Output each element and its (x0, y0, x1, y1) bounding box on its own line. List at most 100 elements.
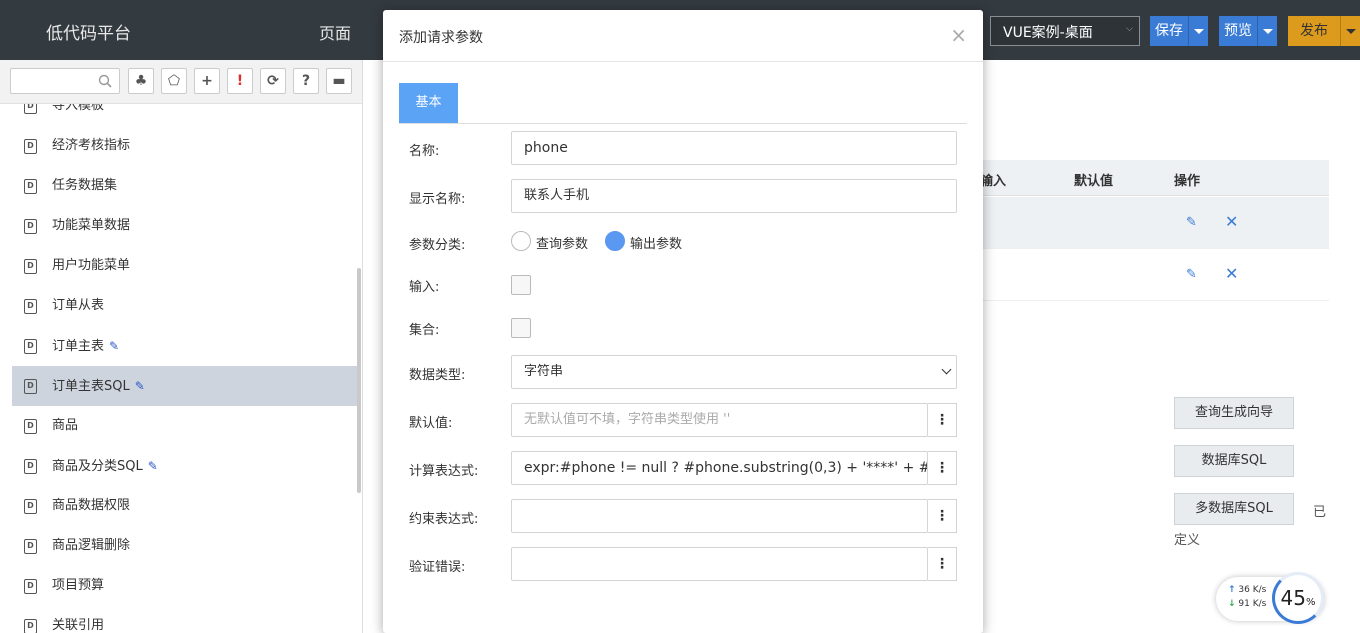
tree-icon[interactable]: ♣ (128, 68, 154, 94)
collection-checkbox[interactable] (511, 318, 531, 338)
sidebar-scrollbar[interactable] (357, 268, 361, 493)
tree-item[interactable]: D 经济考核指标 (12, 126, 358, 166)
pencil-icon: ✎ (147, 459, 158, 473)
params-table-header: 输入 默认值 操作 (975, 160, 1329, 196)
brand-title: 低代码平台 (46, 24, 131, 44)
tree-item[interactable]: D 导入模板 (12, 104, 358, 126)
project-select[interactable]: VUE案例-桌面 ⌵ (990, 16, 1140, 46)
tag-icon[interactable]: ⬠ (161, 68, 187, 94)
dialog-title: 添加请求参数 (399, 30, 483, 46)
tree-item[interactable]: D 订单主表 ✎ (12, 326, 358, 366)
delete-icon[interactable]: ✕ (1225, 264, 1238, 283)
field-row-input: 输入: (383, 267, 983, 301)
radio-output-param[interactable] (605, 231, 625, 251)
default-value-field[interactable]: 无默认值可不填，字符串类型使用 '' (511, 403, 928, 437)
alert-icon[interactable]: ! (227, 68, 253, 94)
network-speed-widget[interactable]: ↑ 36 K/s ↓ 91 K/s 45% (1216, 572, 1324, 624)
expression-label: 计算表达式: (409, 464, 479, 479)
input-checkbox[interactable] (511, 275, 531, 295)
datatype-select[interactable]: 字符串 (511, 355, 957, 389)
column-header: 默认值 (1074, 174, 1114, 189)
expression-field[interactable]: expr:#phone != null ? #phone.substring(0… (511, 451, 928, 485)
more-vertical-icon[interactable]: ⋮ (928, 547, 957, 581)
document-icon: D (24, 459, 37, 474)
publish-dropdown-caret-icon[interactable] (1340, 16, 1360, 46)
tree-item-label: 导入模板 (52, 104, 105, 113)
default-label: 默认值: (409, 416, 453, 431)
radio-output-param-label[interactable]: 输出参数 (630, 233, 682, 252)
document-icon: D (24, 379, 37, 394)
save-button[interactable]: 保存 (1150, 16, 1208, 46)
field-row-constraint: 约束表达式: ⋮ (383, 499, 983, 533)
download-speed-value: 91 K/s (1238, 599, 1267, 609)
tree-item[interactable]: D 商品逻辑删除 (12, 526, 358, 566)
defined-note: 已 (1313, 505, 1327, 520)
display-name-field[interactable]: 联系人手机 (511, 179, 957, 213)
database-sql-button[interactable]: 数据库SQL (1174, 445, 1294, 477)
arrow-up-icon: ↑ (1228, 585, 1236, 595)
tree-item[interactable]: D 关联引用 (12, 606, 358, 633)
tree-item[interactable]: D 商品 (12, 406, 358, 446)
tree-item-label: 关联引用 (52, 618, 105, 633)
help-icon[interactable]: ? (293, 68, 319, 94)
memory-gauge: 45% (1272, 572, 1324, 624)
document-icon: D (24, 259, 37, 274)
constraint-field[interactable] (511, 499, 928, 533)
edit-icon[interactable]: ✎ (1186, 267, 1197, 282)
upload-speed-value: 36 K/s (1238, 585, 1267, 595)
validation-field[interactable] (511, 547, 928, 581)
field-row-collection: 集合: (383, 310, 983, 344)
sidebar-search-input[interactable] (10, 68, 120, 94)
preview-button[interactable]: 预览 (1219, 16, 1277, 46)
tree-item-label: 经济考核指标 (52, 138, 131, 153)
radio-query-param-label[interactable]: 查询参数 (536, 233, 588, 252)
category-label: 参数分类: (409, 238, 466, 253)
save-button-label: 保存 (1155, 23, 1183, 39)
field-row-default: 默认值: 无默认值可不填，字符串类型使用 '' ⋮ (383, 403, 983, 437)
more-vertical-icon[interactable]: ⋮ (928, 451, 957, 485)
tree-item[interactable]: D 任务数据集 (12, 166, 358, 206)
save-dropdown-caret-icon[interactable] (1188, 16, 1208, 46)
nav-page-link[interactable]: 页面 (319, 20, 351, 44)
tree-item[interactable]: D 用户功能菜单 (12, 246, 358, 286)
pencil-icon: ✎ (134, 379, 145, 393)
document-icon: D (24, 499, 37, 514)
publish-button[interactable]: 发布 (1288, 16, 1360, 46)
table-row: ✎ ✕ (975, 249, 1329, 301)
document-icon: D (24, 299, 37, 314)
tree-item[interactable]: D 商品数据权限 (12, 486, 358, 526)
sidebar-toolbar: ♣ ⬠ + ! ⟳ ? ▬ (0, 60, 362, 104)
more-vertical-icon[interactable]: ⋮ (928, 499, 957, 533)
publish-button-label: 发布 (1300, 23, 1328, 39)
preview-dropdown-caret-icon[interactable] (1257, 16, 1277, 46)
pencil-icon: ✎ (109, 339, 120, 353)
multi-database-sql-button[interactable]: 多数据库SQL (1174, 493, 1294, 525)
tree-item[interactable]: D 功能菜单数据 (12, 206, 358, 246)
tree-item[interactable]: D 订单从表 (12, 286, 358, 326)
tree-item-selected[interactable]: D 订单主表SQL ✎ (12, 366, 358, 406)
query-wizard-button[interactable]: 查询生成向导 (1174, 397, 1294, 429)
tree-item-label: 商品数据权限 (52, 498, 131, 513)
dialog-tabs: 基本 (399, 83, 967, 124)
tab-basic[interactable]: 基本 (399, 83, 458, 123)
edit-icon[interactable]: ✎ (1186, 215, 1197, 230)
refresh-icon[interactable]: ⟳ (260, 68, 286, 94)
field-row-display-name: 显示名称: 联系人手机 (383, 179, 983, 213)
tree-item-label: 商品 (52, 418, 79, 433)
tree-item[interactable]: D 商品及分类SQL ✎ (12, 446, 358, 486)
name-field[interactable]: phone (511, 131, 957, 165)
project-select-value: VUE案例-桌面 (1003, 25, 1093, 41)
add-icon[interactable]: + (194, 68, 220, 94)
column-header: 输入 (980, 174, 1007, 189)
document-icon: D (24, 139, 37, 154)
table-row: ✎ ✕ (975, 197, 1329, 249)
radio-query-param[interactable] (511, 231, 531, 251)
comment-icon[interactable]: ▬ (326, 68, 352, 94)
delete-icon[interactable]: ✕ (1225, 212, 1238, 231)
dataset-tree: D 导入模板 D 经济考核指标 D 任务数据集 D 功能菜单数据 D 用户功能菜单 D 订单… (12, 104, 358, 633)
tree-item-label: 订单主表SQL (52, 379, 130, 394)
more-vertical-icon[interactable]: ⋮ (928, 403, 957, 437)
add-param-dialog: 添加请求参数 × 基本 名称: phone 显示名称: 联系人手机 参数分类: … (383, 10, 983, 633)
tree-item[interactable]: D 项目预算 (12, 566, 358, 606)
close-icon[interactable]: × (950, 23, 967, 47)
